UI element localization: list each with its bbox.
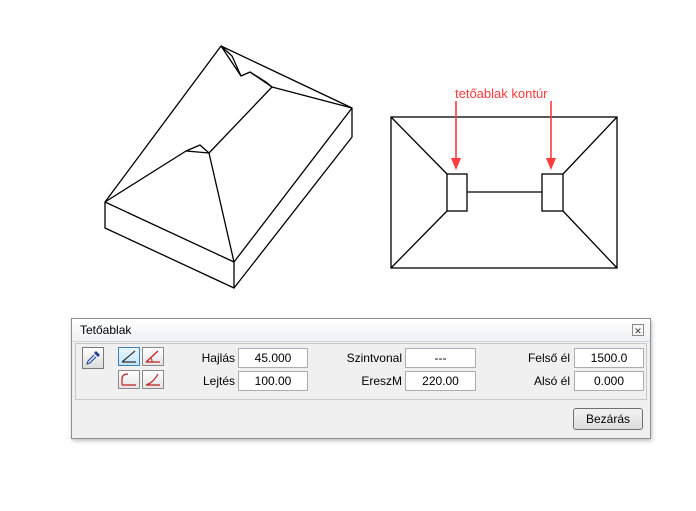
callout-arrows [451,101,556,170]
skylight-contour-callout: tetőablak kontúr [455,86,548,101]
lejtes-field[interactable]: 100.00 [238,371,308,391]
skylight-contour-left [446,173,468,212]
eyedropper-button[interactable] [82,347,104,369]
roof-3d-view [104,45,353,289]
dialog-titlebar[interactable]: Tetőablak ✕ [72,319,650,342]
eyedropper-icon [86,351,100,365]
close-icon[interactable]: ✕ [632,324,644,336]
close-button[interactable]: Bezárás [573,408,643,430]
ereszm-label: EreszM [361,374,402,388]
also-el-field[interactable]: 0.000 [574,371,644,391]
slope-angle-red-icon [145,350,160,363]
curve-slope-alt-icon [145,373,160,386]
slope-angle-icon [121,350,136,363]
roof-plan-view [390,116,618,269]
lejtes-label: Lejtés [202,374,235,388]
dialog-title: Tetőablak [80,323,132,337]
slope-mode-button-1[interactable] [118,347,140,366]
felso-el-label: Felső él [527,351,570,365]
curve-slope-icon [121,373,136,386]
skylight-contour-right [541,173,564,212]
hajlas-label: Hajlás [201,351,235,365]
roof-drawing-canvas [104,45,618,289]
szintvonal-label: Szintvonal [346,351,402,365]
hajlas-field[interactable]: 45.000 [238,348,308,368]
slope-mode-button-2[interactable] [142,347,164,366]
skylight-dialog: Tetőablak ✕ Hajlás 45.000 Lejtés 100.00 … [71,318,651,439]
slope-mode-button-4[interactable] [142,370,164,389]
felso-el-field[interactable]: 1500.0 [574,348,644,368]
slope-mode-button-3[interactable] [118,370,140,389]
also-el-label: Alsó él [533,374,570,388]
ereszm-field[interactable]: 220.00 [405,371,476,391]
szintvonal-field[interactable]: --- [405,348,476,368]
